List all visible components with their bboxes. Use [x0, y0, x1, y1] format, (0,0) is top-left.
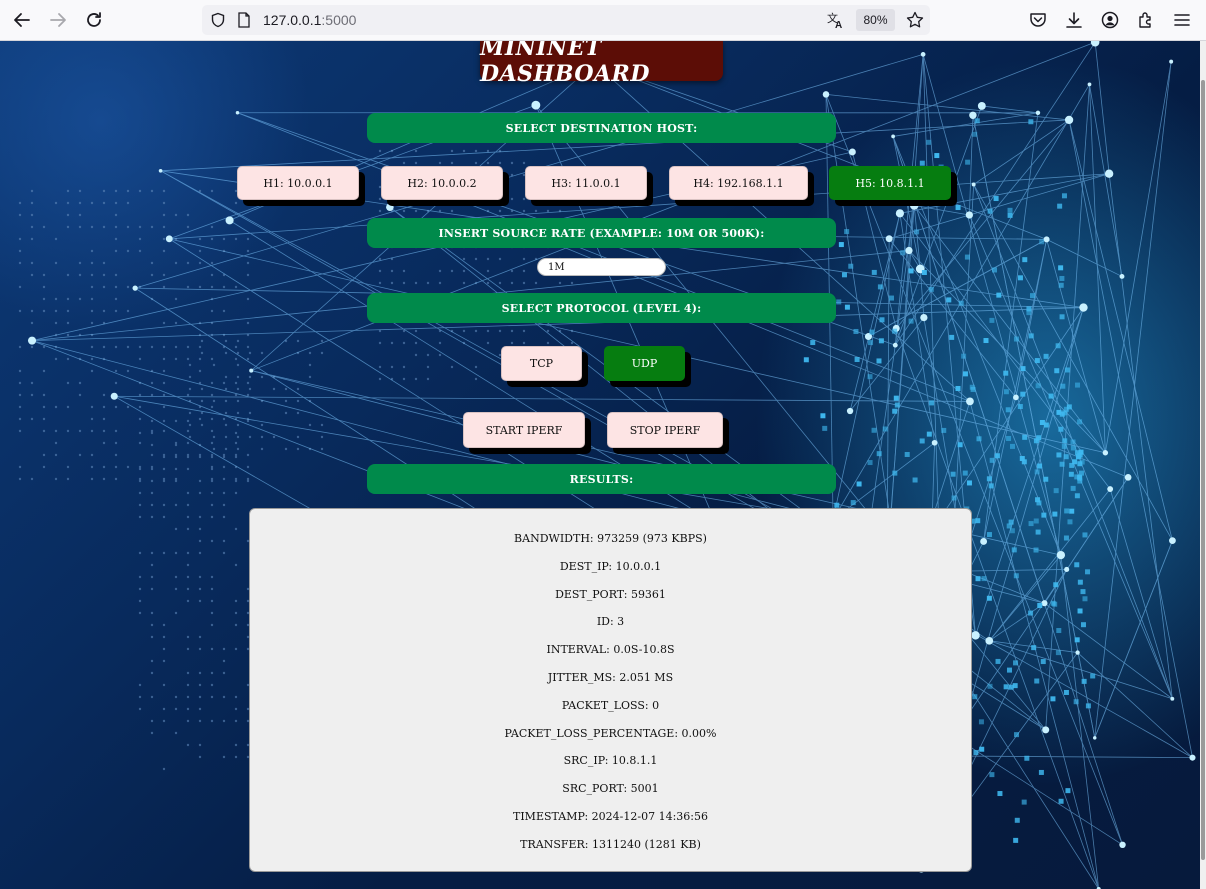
result-line: DEST_PORT: 59361: [555, 587, 666, 601]
result-line: SRC_IP: 10.8.1.1: [563, 754, 658, 768]
forward-arrow-icon: [50, 13, 66, 27]
host-button-h3[interactable]: H3: 11.0.0.1: [525, 166, 647, 200]
host-button-h1[interactable]: H1: 10.0.0.1: [237, 166, 359, 200]
host-button-h4[interactable]: H4: 192.168.1.1: [669, 166, 808, 200]
zoom-level-button[interactable]: 80%: [856, 9, 895, 31]
shield-icon[interactable]: [210, 12, 226, 28]
downloads-icon[interactable]: [1065, 11, 1083, 29]
result-line: PACKET_LOSS_PERCENTAGE: 0.00%: [504, 726, 717, 740]
stop-iperf-button[interactable]: STOP IPERF: [607, 412, 723, 448]
dashboard-title-banner: MININET DASHBOARD: [480, 41, 723, 87]
reload-icon: [87, 12, 101, 27]
select-host-header: SELECT DESTINATION HOST:: [367, 113, 836, 143]
result-line: TRANSFER: 1311240 (1281 KB): [520, 837, 701, 851]
host-button-h2[interactable]: H2: 10.0.0.2: [381, 166, 503, 200]
protocol-header: SELECT PROTOCOL (LEVEL 4):: [367, 293, 836, 323]
result-line: ID: 3: [596, 615, 625, 629]
result-line: SRC_PORT: 5001: [562, 782, 659, 796]
account-icon[interactable]: [1101, 11, 1119, 29]
url-bar[interactable]: 127.0.0.1:5000 文A 80%: [202, 5, 930, 35]
protocol-button-udp[interactable]: UDP: [604, 346, 685, 381]
reload-button[interactable]: [82, 8, 106, 32]
result-line: PACKET_LOSS: 0: [561, 698, 660, 712]
result-line: JITTER_MS: 2.051 MS: [547, 671, 674, 684]
pocket-icon[interactable]: [1029, 11, 1047, 29]
result-line: TIMESTAMP: 2024-12-07 14:36:56: [513, 810, 708, 823]
result-line: BANDWIDTH: 973259 (973 KBPS): [514, 532, 707, 545]
url-port: :5000: [321, 12, 357, 28]
back-button[interactable]: [10, 8, 34, 32]
result-line: DEST_IP: 10.0.0.1: [559, 559, 662, 573]
protocol-button-tcp[interactable]: TCP: [501, 346, 582, 381]
result-line: INTERVAL: 0.0S-10.8S: [546, 643, 675, 657]
host-button-h5[interactable]: H5: 10.8.1.1: [829, 166, 951, 200]
source-rate-header: INSERT SOURCE RATE (EXAMPLE: 10M OR 500K…: [367, 218, 836, 248]
forward-button[interactable]: [46, 8, 70, 32]
url-text: 127.0.0.1:5000: [263, 12, 356, 28]
svg-text:A: A: [835, 20, 842, 29]
bookmark-star-icon[interactable]: [906, 11, 924, 29]
start-iperf-button[interactable]: START IPERF: [463, 412, 585, 448]
page-scrollbar-thumb[interactable]: [1201, 80, 1205, 860]
page-viewport: MININET DASHBOARD SELECT DESTINATION HOS…: [0, 41, 1200, 889]
results-panel: BANDWIDTH: 973259 (973 KBPS) DEST_IP: 10.…: [249, 508, 972, 872]
page-info-icon[interactable]: [237, 12, 251, 28]
source-rate-input[interactable]: [537, 258, 666, 276]
back-arrow-icon: [14, 13, 30, 27]
url-host: 127.0.0.1: [263, 12, 322, 28]
translate-icon[interactable]: 文A: [827, 11, 845, 29]
menu-icon[interactable]: [1173, 11, 1191, 29]
extensions-icon[interactable]: [1137, 11, 1155, 29]
browser-toolbar: 127.0.0.1:5000 文A 80%: [0, 0, 1206, 41]
page-title: MININET DASHBOARD: [480, 41, 650, 87]
results-header: RESULTS:: [367, 464, 836, 494]
